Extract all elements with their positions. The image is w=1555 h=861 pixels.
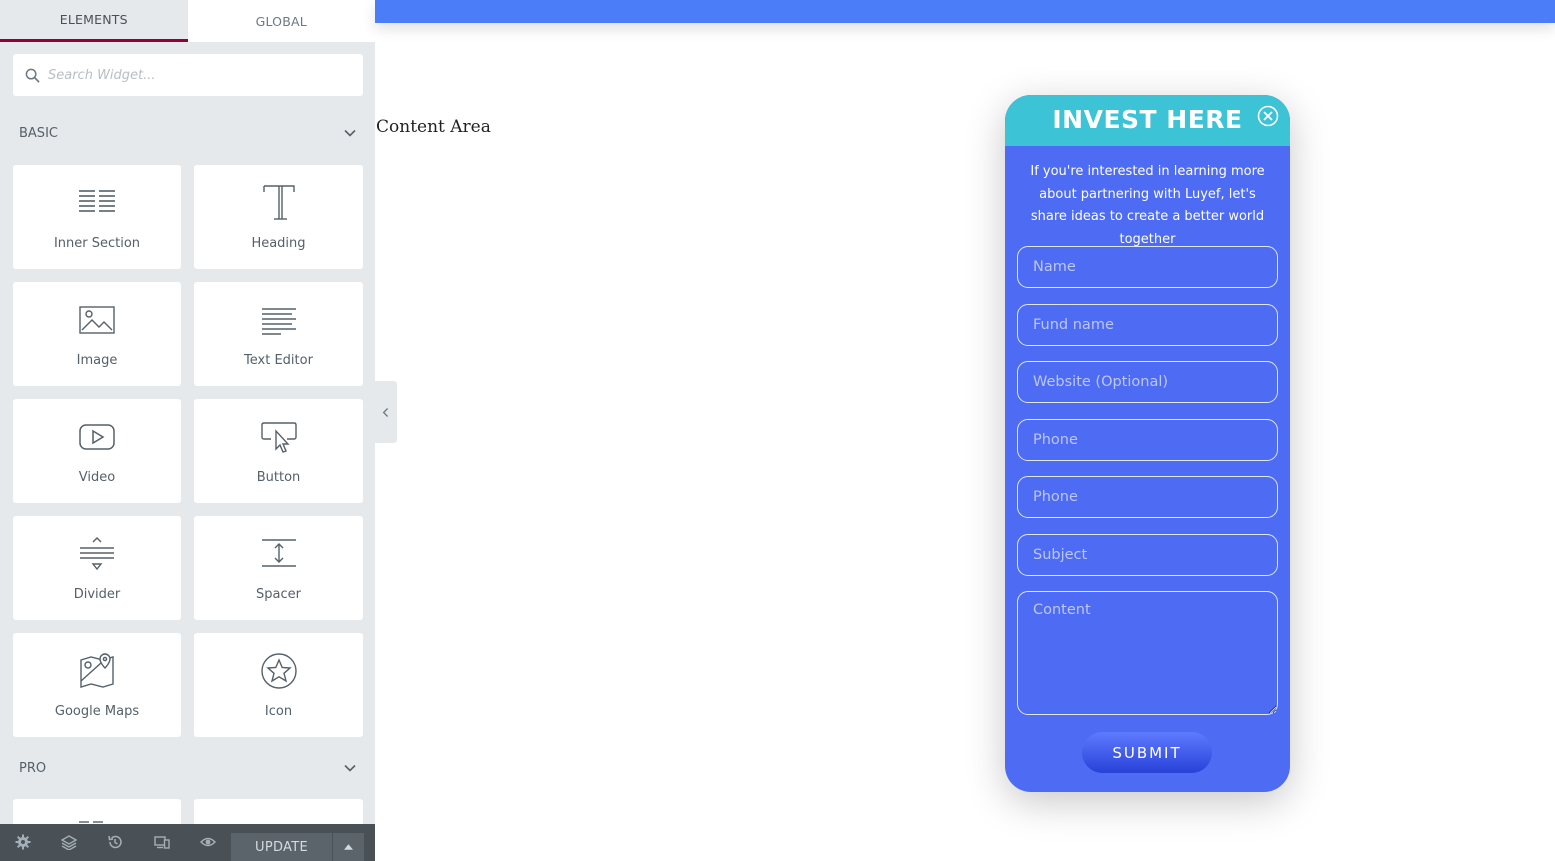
search-widget-input[interactable]: [48, 67, 338, 83]
heading-icon: [262, 185, 295, 220]
widget-label: Text Editor: [244, 353, 313, 368]
widget-label: Spacer: [256, 587, 301, 602]
subject-field[interactable]: [1017, 534, 1278, 576]
search-box: [13, 54, 363, 96]
search-icon: [25, 68, 40, 82]
widget-label: Divider: [73, 587, 121, 602]
panel-tabs: ELEMENTS GLOBAL: [0, 0, 375, 42]
widget-label: Icon: [264, 704, 293, 719]
widget-label: Image: [76, 353, 118, 368]
header-band: [375, 0, 1555, 23]
google-maps-icon: [80, 653, 114, 688]
divider-icon: [80, 537, 114, 571]
widget-video[interactable]: Video: [13, 399, 181, 503]
popup-description: If you're interested in learning more ab…: [1030, 164, 1265, 247]
history-icon[interactable]: [107, 834, 123, 850]
video-icon: [79, 424, 115, 450]
widget-google-maps[interactable]: Google Maps: [13, 633, 181, 737]
elementor-panel: ELEMENTS GLOBAL BASIC Inner Section: [0, 0, 375, 861]
widget-button[interactable]: Button: [194, 399, 363, 503]
caret-up-icon: [344, 844, 353, 850]
collapse-panel-handle[interactable]: [375, 381, 397, 443]
spacer-icon: [261, 539, 296, 567]
tab-global[interactable]: GLOBAL: [187, 0, 375, 42]
responsive-icon[interactable]: [154, 834, 170, 850]
widget-heading[interactable]: Heading: [194, 165, 363, 269]
widget-grid: Inner Section Heading Image Text Editor …: [13, 165, 363, 737]
widget-label: Inner Section: [53, 236, 141, 251]
website-field[interactable]: [1017, 361, 1278, 403]
widget-inner-section[interactable]: Inner Section: [13, 165, 181, 269]
widget-label: Heading: [251, 236, 306, 251]
update-button[interactable]: UPDATE: [231, 833, 332, 861]
button-icon: [260, 422, 297, 453]
widget-image[interactable]: Image: [13, 282, 181, 386]
submit-button[interactable]: SUBMIT: [1082, 732, 1212, 773]
phone-field-secondary[interactable]: [1017, 476, 1278, 518]
content-area-text: Content Area: [376, 117, 491, 137]
chevron-down-icon[interactable]: [343, 761, 357, 775]
tab-elements[interactable]: ELEMENTS: [0, 0, 188, 42]
popup-header: INVEST HERE: [1005, 95, 1290, 146]
widget-divider[interactable]: Divider: [13, 516, 181, 620]
popup-title: INVEST HERE: [1052, 105, 1243, 134]
chevron-down-icon[interactable]: [343, 126, 357, 140]
inner-section-icon: [79, 190, 115, 212]
image-icon: [79, 306, 115, 334]
widget-text-editor[interactable]: Text Editor: [194, 282, 363, 386]
widget-label: Google Maps: [54, 704, 140, 719]
widget-label: Video: [78, 470, 116, 485]
gear-icon[interactable]: [15, 834, 31, 850]
phone-field[interactable]: [1017, 419, 1278, 461]
widget-spacer[interactable]: Spacer: [194, 516, 363, 620]
content-textarea[interactable]: [1017, 591, 1278, 715]
category-title-pro[interactable]: PRO: [19, 761, 46, 776]
widget-icon[interactable]: Icon: [194, 633, 363, 737]
invest-popup: INVEST HERE If you're interested in lear…: [1005, 95, 1290, 792]
text-editor-icon: [261, 308, 296, 335]
update-options-button[interactable]: [333, 833, 364, 861]
name-field[interactable]: [1017, 246, 1278, 288]
widget-label: Button: [256, 470, 301, 485]
category-title-basic[interactable]: BASIC: [19, 126, 58, 141]
chevron-left-icon: [382, 407, 389, 417]
close-icon[interactable]: [1257, 105, 1279, 127]
eye-icon[interactable]: [200, 834, 216, 850]
fund-name-field[interactable]: [1017, 304, 1278, 346]
star-icon: [260, 653, 297, 689]
layers-icon[interactable]: [61, 834, 77, 850]
